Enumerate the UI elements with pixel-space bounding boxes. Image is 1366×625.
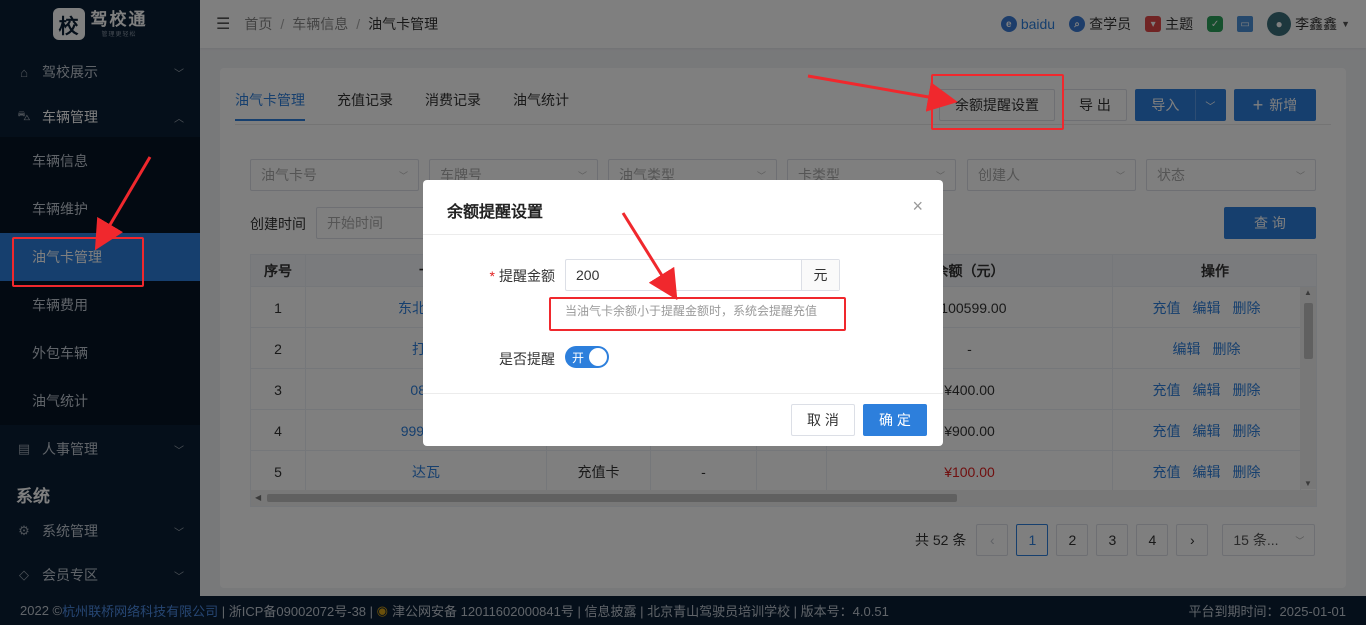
annotation-arrows (94, 74, 958, 301)
